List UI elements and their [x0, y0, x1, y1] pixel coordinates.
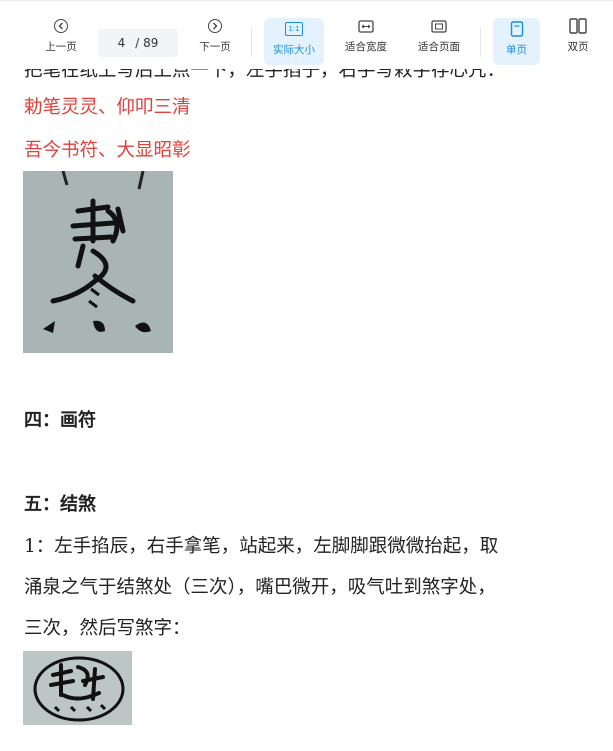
paragraph-line-2: 涌泉之气于结煞处（三次），嘴巴微开，吸气吐到煞字处， — [24, 577, 496, 598]
next-page-button[interactable]: 下一页 — [192, 15, 238, 65]
fit-width-button[interactable]: 适合宽度 — [338, 15, 394, 65]
talisman-calligraphy-image — [23, 170, 173, 353]
red-incantation-line-1: 勅笔灵灵、仰叩三清 — [24, 97, 191, 118]
single-page-icon — [510, 21, 523, 37]
paragraph-line-1: 1：左手掐辰，右手拿笔，站起来，左脚脚跟微微抬起，取 — [24, 536, 499, 557]
toolbar-divider — [251, 27, 252, 57]
double-page-button[interactable]: 双页 — [556, 15, 600, 65]
section-heading-4: 四：画符 — [24, 410, 96, 431]
prev-page-button[interactable]: 上一页 — [38, 15, 84, 65]
single-page-label: 单页 — [506, 44, 527, 56]
paragraph-line-3: 三次，然后写煞字： — [24, 618, 191, 639]
page-number-indicator[interactable]: 4 / 89 — [98, 29, 178, 57]
actual-size-icon: 1:1 — [285, 22, 303, 36]
double-page-label: 双页 — [567, 41, 589, 53]
document-page: 把笔在纸上写后上点一下，左手掐子，右手写敕字存心咒： 勅笔灵灵、仰叩三清 吾今书… — [0, 0, 613, 751]
fit-width-icon — [358, 19, 374, 33]
fit-width-label: 适合宽度 — [345, 41, 387, 53]
total-pages: / 89 — [135, 36, 159, 50]
actual-size-button[interactable]: 1:1 实际大小 — [264, 18, 324, 65]
chevron-right-icon — [208, 19, 222, 33]
double-page-icon — [569, 18, 587, 34]
fit-page-icon — [431, 19, 447, 33]
red-incantation-line-2: 吾今书符、大显昭彰 — [24, 140, 191, 161]
sha-character-image — [23, 651, 132, 725]
section-heading-5: 五：结煞 — [24, 494, 96, 515]
toolbar-divider — [480, 27, 481, 57]
prev-page-label: 上一页 — [45, 41, 77, 53]
chevron-left-icon — [54, 19, 68, 33]
next-page-label: 下一页 — [199, 41, 231, 53]
single-page-button[interactable]: 单页 — [493, 18, 540, 65]
actual-size-label: 实际大小 — [273, 44, 315, 56]
reader-toolbar: 上一页 4 / 89 下一页 1:1 实际大小 适合宽度 适合页面 单页 双页 — [0, 0, 613, 69]
fit-page-button[interactable]: 适合页面 — [411, 15, 467, 65]
fit-page-label: 适合页面 — [418, 41, 460, 53]
current-page-number[interactable]: 4 — [118, 36, 126, 50]
